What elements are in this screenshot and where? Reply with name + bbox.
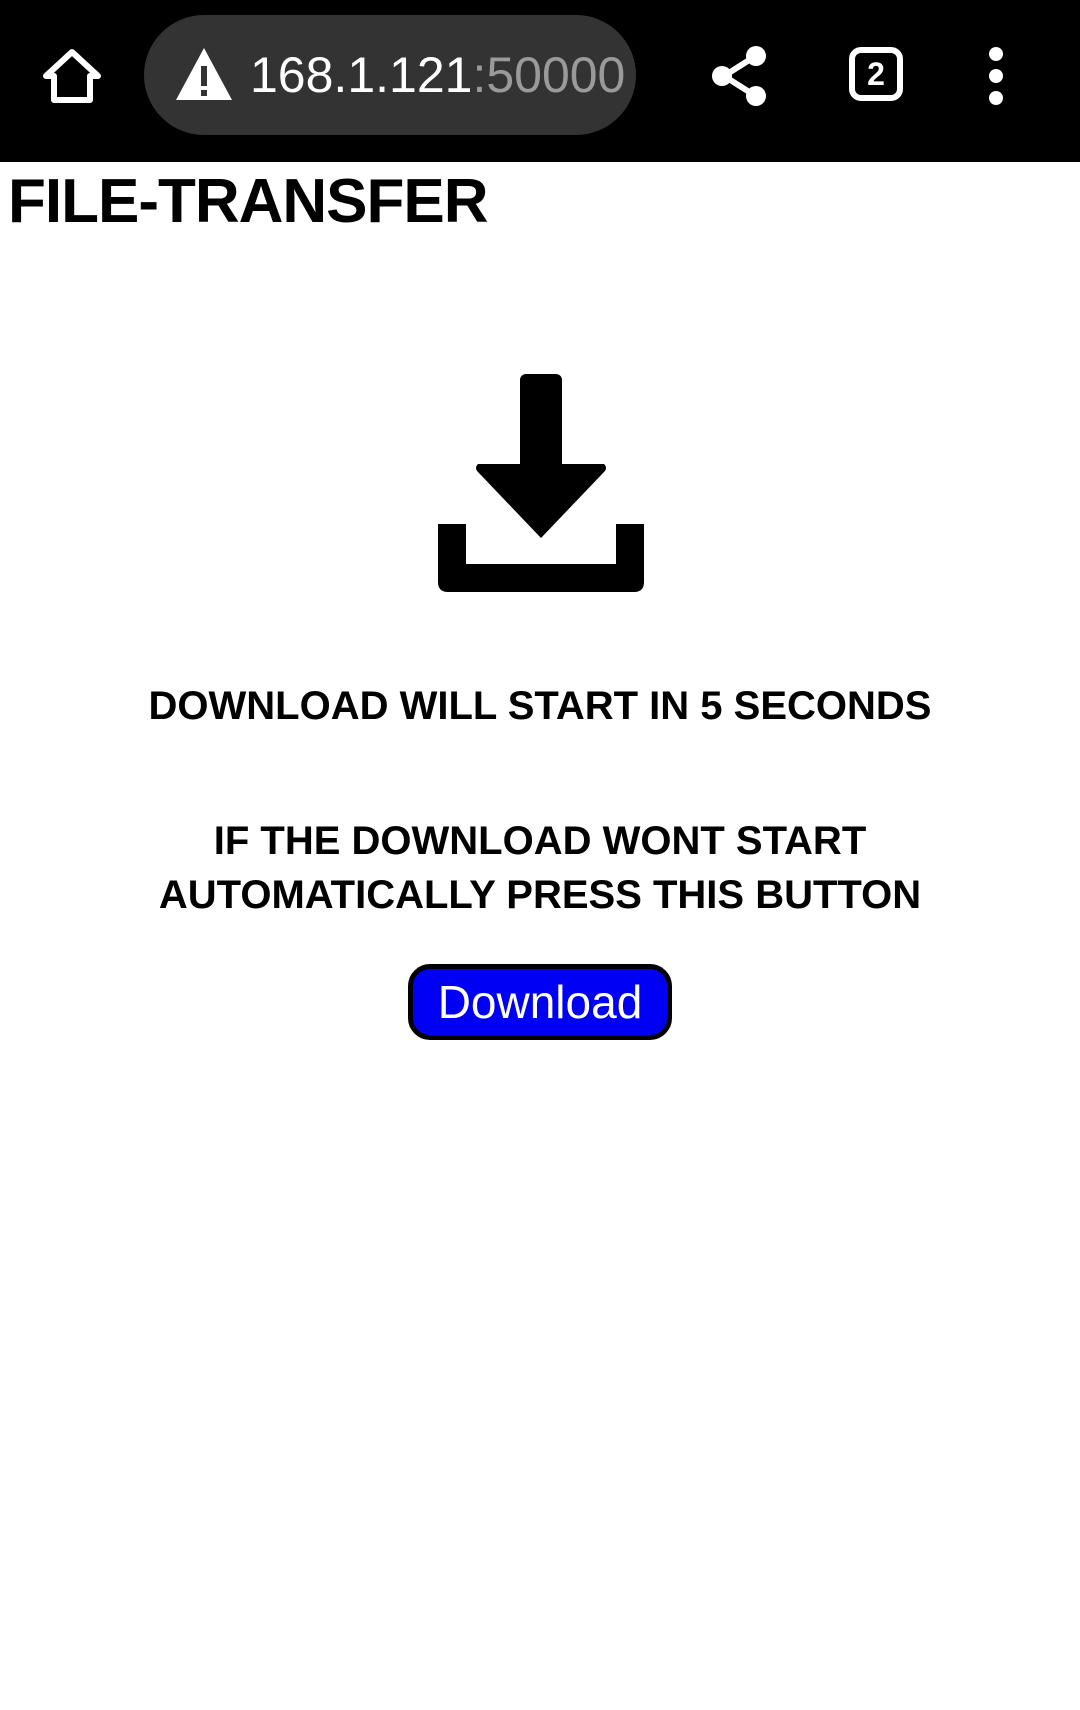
download-button[interactable]: Download	[408, 964, 672, 1040]
download-icon	[438, 374, 644, 592]
home-button[interactable]	[36, 36, 108, 116]
url-text: 168.1.121:50000	[250, 15, 625, 135]
fallback-line-2: AUTOMATICALLY PRESS THIS BUTTON	[158, 873, 922, 917]
home-icon	[43, 49, 101, 103]
browser-toolbar: 168.1.121:50000 2	[0, 0, 1080, 162]
address-bar[interactable]: 168.1.121:50000	[144, 15, 636, 135]
more-vertical-icon[interactable]	[984, 46, 1008, 106]
url-host: 168.1.121	[250, 47, 473, 103]
fallback-line-1: IF THE DOWNLOAD WONT START	[213, 819, 867, 863]
url-port: :50000	[472, 47, 626, 103]
tab-switcher-button[interactable]: 2	[849, 47, 903, 101]
countdown-message: DOWNLOAD WILL START IN 5 SECONDS	[148, 684, 932, 728]
fallback-message: IF THE DOWNLOAD WONT START AUTOMATICALLY …	[0, 814, 1080, 922]
share-icon[interactable]	[710, 45, 770, 107]
page-title: FILE-TRANSFER	[8, 167, 489, 236]
warning-icon[interactable]	[174, 46, 234, 102]
